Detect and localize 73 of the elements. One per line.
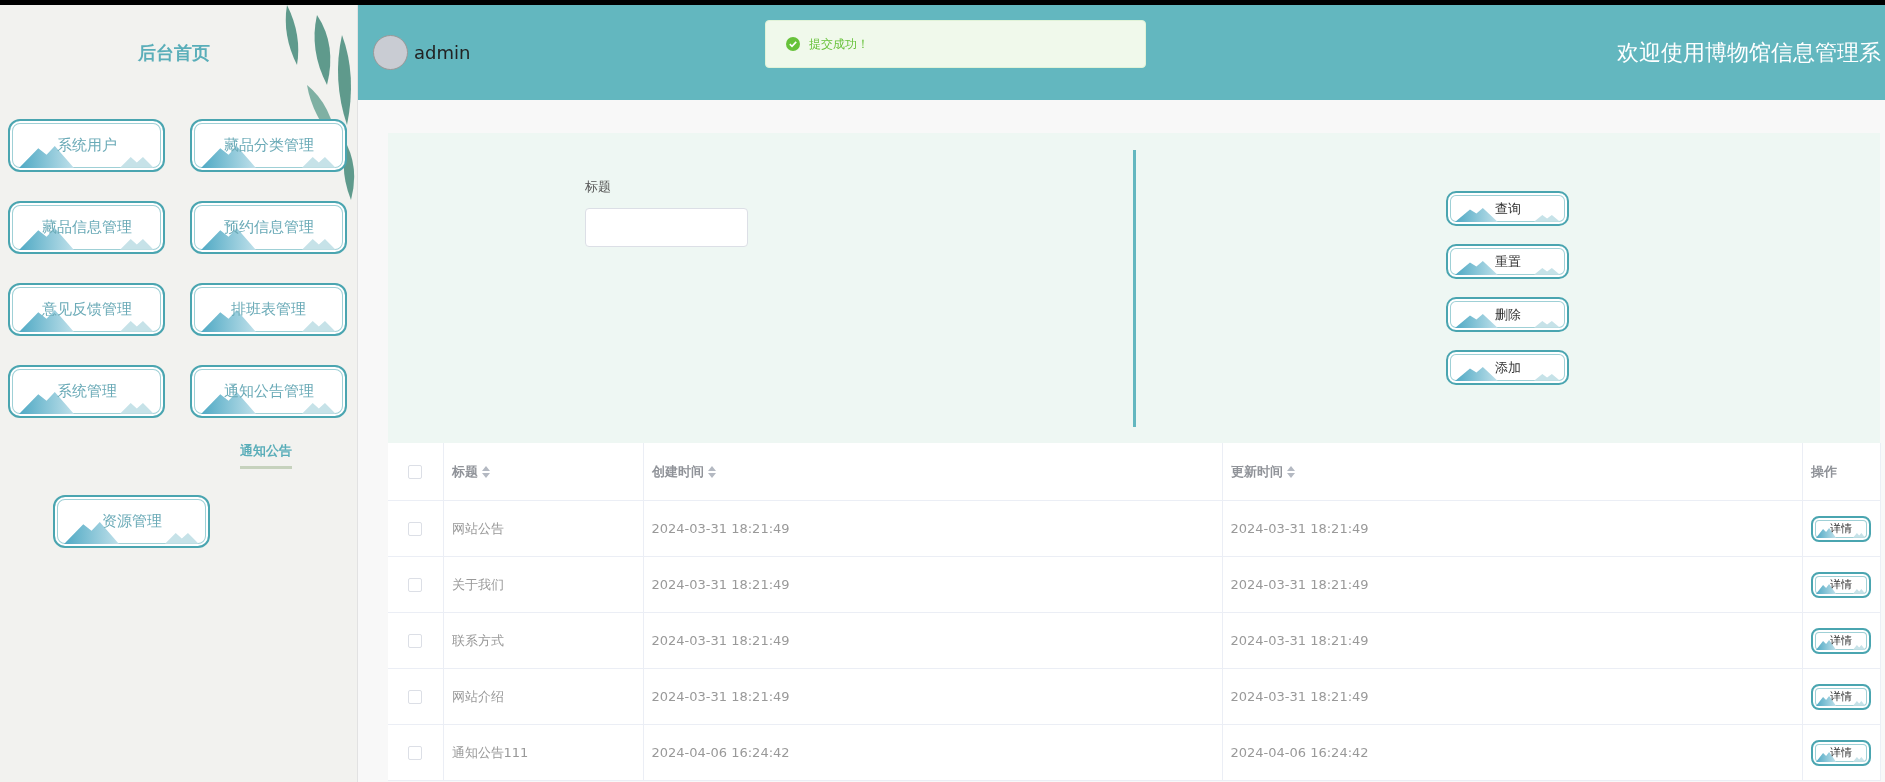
action-button[interactable]: 查询 <box>1446 191 1570 226</box>
menu-button[interactable]: 藏品信息管理 <box>8 201 165 254</box>
table-cell: 联系方式 <box>451 632 504 648</box>
input-field[interactable] <box>585 208 748 247</box>
table-cell: 网站公告 <box>451 520 504 536</box>
column-header[interactable]: 更新时间 <box>1222 443 1802 501</box>
menu-button[interactable]: 通知公告管理 <box>190 365 347 418</box>
mountains-drawing <box>302 157 336 168</box>
details-button[interactable]: 详情 <box>1810 571 1871 598</box>
checkbox[interactable] <box>408 522 423 537</box>
mountains-drawing <box>302 321 336 332</box>
welcome-title: 欢迎使用博物馆信息管理系 <box>1617 38 1881 67</box>
table-cell: 2024-03-31 18:21:49 <box>651 577 790 592</box>
mountains-drawing <box>120 321 154 332</box>
menu-button[interactable]: 排班表管理 <box>190 283 347 336</box>
table-cell: 关于我们 <box>451 576 504 592</box>
details-button[interactable]: 详情 <box>1810 627 1871 654</box>
column-header[interactable]: 创建时间 <box>643 443 1222 501</box>
field-label: 标题 <box>585 178 612 196</box>
table-cell: 2024-03-31 18:21:49 <box>1230 633 1369 648</box>
toast-message: 提交成功！ <box>765 20 1146 68</box>
mountains-drawing <box>1533 374 1561 381</box>
sidebar-title: 后台首页 <box>137 41 211 65</box>
menu-button[interactable]: 藏品分类管理 <box>190 119 347 172</box>
column-header[interactable]: 标题 <box>443 443 643 501</box>
table-cell: 2024-03-31 18:21:49 <box>1230 521 1369 536</box>
mountains-drawing <box>1852 644 1866 650</box>
table-cell: 2024-03-31 18:21:49 <box>651 689 790 704</box>
sort-icon[interactable] <box>1286 466 1295 478</box>
column-header: 操作 <box>1802 443 1880 501</box>
table-cell: 2024-03-31 18:21:49 <box>1230 689 1369 704</box>
mountains-drawing <box>1852 700 1866 706</box>
table-cell: 通知公告111 <box>451 744 529 760</box>
action-button[interactable]: 删除 <box>1446 297 1570 332</box>
table-cell: 2024-04-06 16:24:42 <box>651 745 790 760</box>
username: admin <box>414 42 471 63</box>
details-button[interactable]: 详情 <box>1810 739 1871 766</box>
mountains-drawing <box>1852 756 1866 762</box>
mountains-drawing <box>302 239 336 250</box>
checkbox[interactable] <box>408 634 423 649</box>
mountains-drawing <box>1533 321 1561 328</box>
mountains-drawing <box>120 157 154 168</box>
menu-button[interactable]: 预约信息管理 <box>190 201 347 254</box>
notice-link[interactable]: 通知公告 <box>240 442 292 469</box>
checkbox[interactable] <box>408 746 423 761</box>
mountains-drawing <box>1533 215 1561 222</box>
table-cell: 2024-03-31 18:21:49 <box>651 521 790 536</box>
menu-button[interactable]: 资源管理 <box>53 495 210 548</box>
details-button[interactable]: 详情 <box>1810 683 1871 710</box>
sort-icon[interactable] <box>481 466 490 478</box>
details-button[interactable]: 详情 <box>1810 515 1871 542</box>
mountains-drawing <box>120 403 154 414</box>
checkbox[interactable] <box>408 690 423 705</box>
menu-button[interactable]: 意见反馈管理 <box>8 283 165 336</box>
table-cell: 网站介绍 <box>451 688 504 704</box>
checkbox[interactable] <box>408 578 423 593</box>
menu-button[interactable]: 系统管理 <box>8 365 165 418</box>
checkbox[interactable] <box>408 465 423 480</box>
table-cell: 2024-03-31 18:21:49 <box>651 633 790 648</box>
avatar-icon <box>373 35 408 70</box>
mountains-drawing <box>1533 268 1561 275</box>
sort-icon[interactable] <box>707 466 716 478</box>
mountains-drawing <box>1852 588 1866 594</box>
mountains-drawing <box>120 239 154 250</box>
table-cell: 2024-04-06 16:24:42 <box>1230 745 1369 760</box>
table-cell: 2024-03-31 18:21:49 <box>1230 577 1369 592</box>
menu-button[interactable]: 系统用户 <box>8 119 165 172</box>
mountains-drawing <box>1852 532 1866 538</box>
check-circle-icon <box>786 37 800 51</box>
action-button[interactable]: 重置 <box>1446 244 1570 279</box>
action-button[interactable]: 添加 <box>1446 350 1570 385</box>
mountains-drawing <box>165 533 199 544</box>
mountains-drawing <box>302 403 336 414</box>
